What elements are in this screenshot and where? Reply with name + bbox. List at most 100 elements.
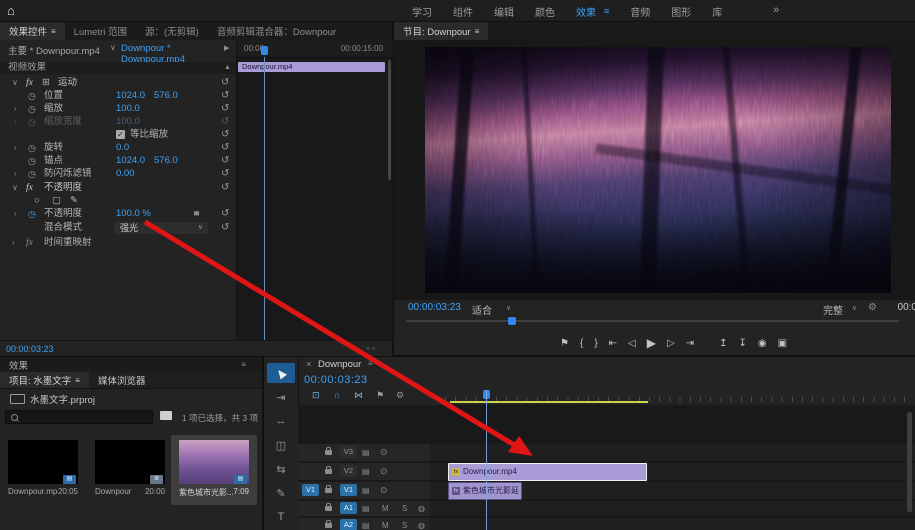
master-clip-label[interactable]: 主要 * Downpour.mp4 <box>8 43 100 57</box>
lock-icon[interactable] <box>325 450 332 455</box>
panel-menu-icon[interactable]: ≡ <box>241 360 246 369</box>
project-item-downpour-sequence[interactable]: ≣ Downpour20:00 <box>87 435 173 505</box>
mini-zoom-controls-icon[interactable]: ▫▫ <box>366 344 378 353</box>
twirl-closed-icon[interactable]: › <box>14 208 17 220</box>
goto-in-icon[interactable]: ⇤ <box>609 338 617 349</box>
opacity-effect-label[interactable]: 不透明度 <box>44 182 82 194</box>
track-badge[interactable]: V3 <box>340 446 357 458</box>
panel-menu-icon[interactable]: ≡ <box>368 359 373 368</box>
panel-menu-icon[interactable]: ≡ <box>75 376 80 385</box>
workspace-color[interactable]: 颜色 <box>535 4 555 19</box>
track-header[interactable]: V2 ▤ ⊙ <box>298 463 431 480</box>
fx-badge-icon[interactable]: fx <box>26 77 33 89</box>
lock-icon[interactable] <box>325 506 332 511</box>
source-patch-badge[interactable]: V1 <box>302 484 319 496</box>
tab-lumetri-scopes[interactable]: Lumetri 范围 <box>65 22 136 40</box>
opacity-value[interactable]: 100.0 % <box>116 208 151 220</box>
list-view-icon[interactable] <box>160 411 172 420</box>
mini-timeline-scrollbar[interactable] <box>388 60 391 180</box>
sequence-tab-label[interactable]: Downpour <box>318 359 361 370</box>
workspace-editing[interactable]: 编辑 <box>494 4 514 19</box>
chevron-down-icon[interactable]: ∨ <box>110 43 116 52</box>
time-remap-label[interactable]: 时间重映射 <box>44 237 92 249</box>
twirl-open-icon[interactable]: ∨ <box>12 182 18 194</box>
clip-downpour-mp4[interactable]: fxDownpour.mp4 <box>448 463 647 481</box>
uniform-scale-checkbox[interactable]: ✓ <box>116 130 125 139</box>
position-x-value[interactable]: 1024.0 <box>116 90 145 102</box>
workspace-libraries[interactable]: 库 <box>712 4 722 19</box>
workspace-learning[interactable]: 学习 <box>412 4 432 19</box>
show-timeline-toggle-icon[interactable]: ▶ <box>224 44 229 52</box>
playback-resolution-dropdown[interactable]: 完整 <box>823 302 843 317</box>
mini-playhead-marker[interactable] <box>261 46 268 55</box>
track-badge[interactable]: A1 <box>340 502 357 514</box>
slip-tool[interactable]: ⇆ <box>267 459 295 479</box>
track-header[interactable]: A1 ▤ M S ◍ <box>298 501 431 516</box>
zoom-fit-dropdown[interactable]: 适合 <box>472 302 492 317</box>
workspace-assembly[interactable]: 组件 <box>453 4 473 19</box>
sync-lock-icon[interactable]: ▤ <box>362 467 370 476</box>
twirl-closed-icon[interactable]: › <box>14 142 17 154</box>
settings-wrench-icon[interactable]: ⚙ <box>868 302 877 313</box>
track-header[interactable]: V1 V1 ▤ ⊙ <box>298 482 431 499</box>
work-area-bar[interactable] <box>450 401 648 403</box>
voiceover-mic-icon[interactable]: ◍ <box>418 504 425 513</box>
selection-tool[interactable] <box>267 363 295 383</box>
workspace-audio[interactable]: 音频 <box>630 4 650 19</box>
project-bin-name[interactable]: 水墨文字.prproj <box>30 392 95 406</box>
project-bin-row[interactable]: 水墨文字.prproj <box>0 390 262 406</box>
track-lane[interactable] <box>430 501 915 516</box>
goto-out-icon[interactable]: ⇥ <box>686 338 694 349</box>
tab-project[interactable]: 项目: 水墨文字≡ <box>0 372 89 388</box>
track-badge[interactable]: V1 <box>340 484 357 496</box>
timeline-scrollbar[interactable] <box>907 412 912 512</box>
track-badge[interactable]: V2 <box>340 465 357 477</box>
effect-controls-timecode[interactable]: 00:00:03:23 <box>6 344 54 354</box>
rotation-value[interactable]: 0.0 <box>116 142 129 154</box>
tab-effect-controls[interactable]: 效果控件≡ <box>0 22 65 40</box>
export-frame-icon[interactable]: ◉ <box>758 338 767 349</box>
mini-timeline-ruler[interactable]: 00:00 00:00:15:00 <box>237 40 393 58</box>
voiceover-mic-icon[interactable]: ◍ <box>418 521 425 530</box>
project-item-purple-city[interactable]: ▤ 紫色城市光影...7:09 <box>171 435 257 505</box>
workspace-overflow-icon[interactable]: » <box>773 4 779 16</box>
step-back-icon[interactable]: ◁ <box>628 338 636 349</box>
anchor-y-value[interactable]: 576.0 <box>154 155 178 167</box>
sync-lock-icon[interactable]: ▤ <box>362 521 370 530</box>
stopwatch-icon[interactable]: ◷ <box>28 155 36 167</box>
sync-lock-icon[interactable]: ▤ <box>362 448 370 457</box>
stopwatch-icon[interactable]: ◷ <box>28 168 36 180</box>
mini-timeline-clip[interactable]: Downpour.mp4 <box>238 62 385 72</box>
stopwatch-icon[interactable]: ◷ <box>28 208 36 220</box>
reset-icon[interactable]: ↺ <box>221 77 229 89</box>
mark-in-icon[interactable]: { <box>580 338 583 349</box>
home-icon[interactable]: ⌂ <box>7 3 15 18</box>
track-select-tool[interactable]: ⇥ <box>267 387 295 407</box>
eye-icon[interactable]: ⊙ <box>380 485 388 496</box>
lock-icon[interactable] <box>325 523 332 528</box>
twirl-closed-icon[interactable]: › <box>12 237 15 249</box>
lock-icon[interactable] <box>325 469 332 474</box>
reset-icon[interactable]: ↺ <box>221 222 229 234</box>
reset-icon[interactable]: ↺ <box>221 208 229 220</box>
track-badge[interactable]: A2 <box>340 519 357 530</box>
chevron-down-icon[interactable]: ∨ <box>852 304 857 312</box>
workspace-effects-menu-icon[interactable]: ≡ <box>604 6 609 16</box>
next-keyframe-icon[interactable]: ▶ <box>194 208 202 220</box>
motion-effect-label[interactable]: 运动 <box>58 77 77 89</box>
eye-icon[interactable]: ⊙ <box>380 447 388 458</box>
clip-purple-city[interactable]: fx紫色城市光影延 <box>448 482 522 500</box>
pen-mask-icon[interactable]: ✎ <box>70 195 78 207</box>
add-marker-icon[interactable]: ⚑ <box>560 338 569 349</box>
stopwatch-icon[interactable]: ◷ <box>28 142 36 154</box>
step-forward-icon[interactable]: ▷ <box>667 338 675 349</box>
scale-value[interactable]: 100.0 <box>116 103 140 115</box>
reset-icon[interactable]: ↺ <box>221 90 229 102</box>
reset-icon[interactable]: ↺ <box>221 168 229 180</box>
workspace-graphics[interactable]: 图形 <box>671 4 691 19</box>
sequence-tab[interactable]: × Downpour ≡ <box>298 357 915 372</box>
scrubber-playhead[interactable] <box>508 317 516 325</box>
timeline-ruler[interactable]: 00:00 00:00:05:00 00:00:10:00 00:00:15:0… <box>298 383 915 405</box>
track-header[interactable]: V3 ▤ ⊙ <box>298 444 431 461</box>
tab-program[interactable]: 节目: Downpour≡ <box>394 22 488 40</box>
